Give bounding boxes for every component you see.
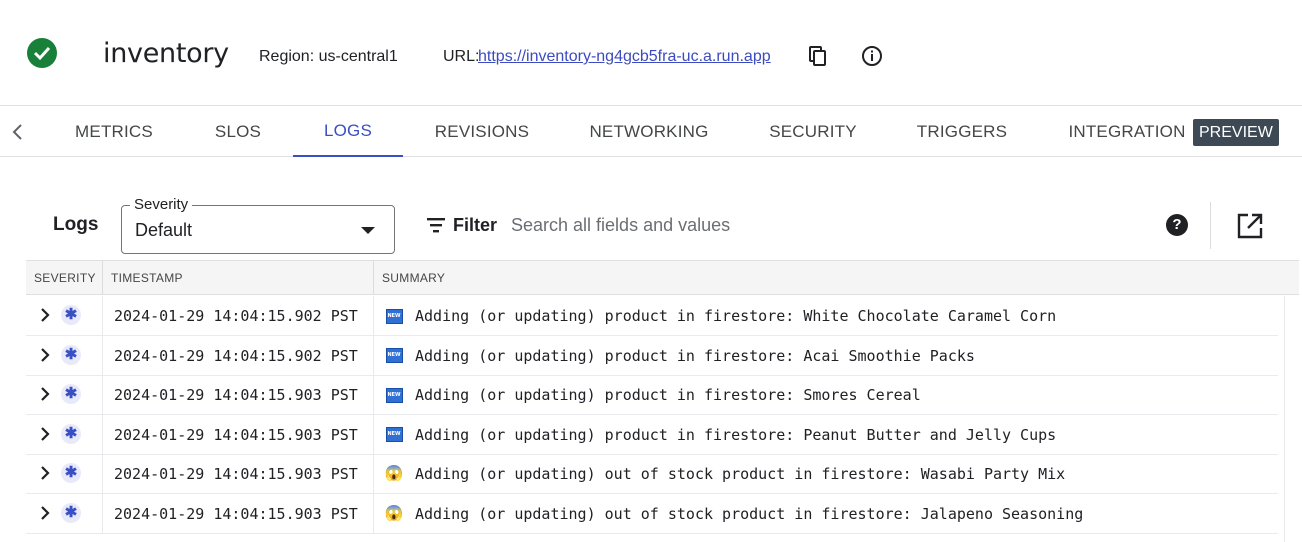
help-icon[interactable]: ?	[1166, 214, 1188, 236]
url-label: URL:	[443, 48, 480, 65]
log-row[interactable]	[26, 534, 1278, 542]
scrollbar[interactable]	[1284, 296, 1298, 542]
column-divider	[102, 494, 103, 533]
chevron-right-icon[interactable]	[38, 307, 52, 323]
region-text: Region: us-central1	[259, 48, 398, 65]
service-header: inventory Region: us-central1 URL: https…	[0, 0, 1302, 106]
tab-logs[interactable]: LOGS	[293, 107, 403, 157]
tab-revisions[interactable]: REVISIONS	[424, 107, 540, 157]
log-summary: Adding (or updating) product in firestor…	[415, 346, 975, 365]
severity-default-icon: ✱	[61, 463, 81, 484]
open-in-new-icon[interactable]	[1236, 212, 1264, 240]
logs-title: Logs	[53, 214, 99, 235]
service-url-link[interactable]: https://inventory-ng4gcb5fra-uc.a.run.ap…	[478, 48, 771, 66]
severity-value: Default	[135, 220, 193, 240]
column-divider	[373, 454, 374, 494]
tab-security[interactable]: SECURITY	[758, 107, 868, 157]
preview-badge: PREVIEW	[1193, 119, 1279, 146]
log-summary: Adding (or updating) out of stock produc…	[415, 465, 1066, 484]
chevron-right-icon[interactable]	[38, 426, 52, 442]
log-row[interactable]: ✱ 2024-01-29 14:04:15.903 PST NEW Adding (o…	[26, 375, 1278, 416]
log-summary: Adding (or updating) product in firestor…	[415, 425, 1057, 444]
new-icon: NEW	[385, 307, 403, 325]
column-divider	[373, 375, 374, 415]
log-row[interactable]: ✱ 2024-01-29 14:04:15.902 PST NEW Adding (o…	[26, 335, 1278, 376]
severity-default-icon: ✱	[61, 384, 81, 405]
severity-label: Severity	[130, 196, 193, 213]
chevron-right-icon[interactable]	[38, 386, 52, 402]
service-name: inventory	[103, 38, 229, 69]
column-divider	[102, 375, 103, 415]
log-row[interactable]: ✱ 2024-01-29 14:04:15.903 PST NEW Adding (o…	[26, 414, 1278, 455]
scream-icon: 😱	[384, 505, 404, 522]
column-divider	[102, 296, 103, 335]
column-divider	[373, 494, 374, 533]
column-header-severity[interactable]: SEVERITY	[26, 261, 103, 295]
log-row[interactable]: ✱ 2024-01-29 14:04:15.903 PST 😱 Adding (or …	[26, 494, 1278, 534]
info-icon[interactable]	[861, 45, 883, 67]
new-icon: NEW	[385, 426, 403, 444]
tab-metrics[interactable]: METRICS	[60, 107, 168, 157]
tab-triggers[interactable]: TRIGGERS	[906, 107, 1018, 157]
toolbar-divider	[1210, 202, 1211, 249]
column-header-timestamp[interactable]: TIMESTAMP	[103, 261, 374, 295]
tab-networking[interactable]: NETWORKING	[578, 107, 720, 157]
log-timestamp: 2024-01-29 14:04:15.902 PST	[114, 346, 358, 365]
column-divider	[373, 335, 374, 375]
copy-icon[interactable]	[807, 45, 829, 67]
log-timestamp: 2024-01-29 14:04:15.903 PST	[114, 505, 358, 523]
log-timestamp: 2024-01-29 14:04:15.902 PST	[114, 307, 358, 325]
log-row[interactable]: ✱ 2024-01-29 14:04:15.903 PST 😱 Adding (or …	[26, 454, 1278, 495]
column-divider	[373, 296, 374, 335]
log-summary: Adding (or updating) product in firestor…	[415, 307, 1057, 325]
log-summary: Adding (or updating) out of stock produc…	[415, 505, 1084, 523]
chevron-right-icon[interactable]	[38, 505, 52, 521]
log-timestamp: 2024-01-29 14:04:15.903 PST	[114, 465, 358, 484]
search-input[interactable]	[505, 207, 1145, 243]
log-timestamp: 2024-01-29 14:04:15.903 PST	[114, 386, 358, 405]
column-divider	[102, 414, 103, 454]
check-circle-icon	[27, 38, 57, 68]
column-divider	[373, 414, 374, 454]
filter-icon[interactable]	[425, 215, 447, 235]
scream-icon: 😱	[384, 465, 404, 483]
log-timestamp: 2024-01-29 14:04:15.903 PST	[114, 425, 358, 444]
filter-button[interactable]: Filter	[453, 215, 497, 236]
severity-default-icon: ✱	[61, 305, 81, 325]
logs-table-header: SEVERITY TIMESTAMP SUMMARY	[26, 260, 1299, 295]
new-icon: NEW	[385, 386, 403, 404]
column-divider	[102, 454, 103, 494]
column-header-summary[interactable]: SUMMARY	[374, 261, 1299, 295]
chevron-left-icon[interactable]	[8, 121, 28, 143]
severity-default-icon: ✱	[61, 503, 81, 523]
severity-default-icon: ✱	[61, 423, 81, 444]
log-row[interactable]: ✱ 2024-01-29 14:04:15.902 PST NEW Adding (o…	[26, 296, 1278, 336]
service-tabs: METRICS SLOS LOGS REVISIONS NETWORKING S…	[0, 107, 1302, 157]
column-divider	[102, 335, 103, 375]
log-summary: Adding (or updating) product in firestor…	[415, 386, 921, 405]
dropdown-arrow-icon	[361, 227, 375, 234]
new-icon: NEW	[385, 347, 403, 365]
tab-integration[interactable]: INTEGRATION	[1064, 107, 1190, 157]
severity-default-icon: ✱	[61, 344, 81, 365]
chevron-right-icon[interactable]	[38, 347, 52, 363]
tab-slos[interactable]: SLOS	[196, 107, 280, 157]
chevron-right-icon[interactable]	[38, 465, 52, 481]
